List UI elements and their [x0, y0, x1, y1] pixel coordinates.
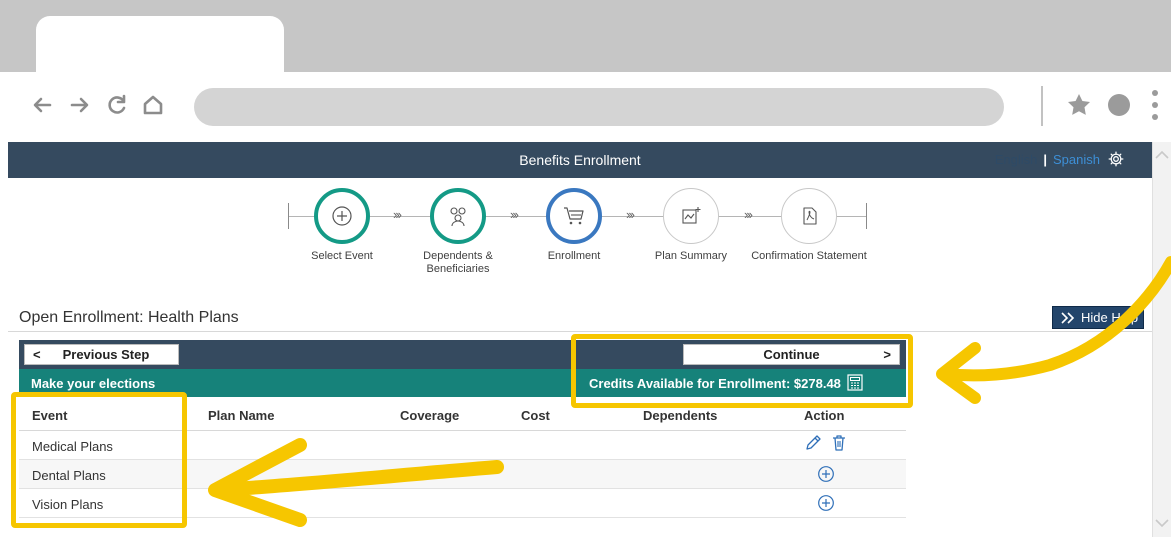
browser-toolbar: [0, 72, 1171, 142]
add-circle-icon[interactable]: [817, 494, 835, 512]
home-icon[interactable]: [140, 92, 166, 118]
step-chevrons-4: ›››: [744, 207, 753, 222]
column-header-dependents: Dependents: [643, 408, 718, 423]
credits-available: Credits Available for Enrollment: $278.4…: [589, 373, 863, 391]
elections-table: Event Plan Name Coverage Cost Dependents…: [19, 397, 906, 518]
step-enrollment[interactable]: [546, 188, 602, 244]
step-plan-summary[interactable]: [663, 188, 719, 244]
table-row: Dental Plans: [19, 460, 906, 489]
step-chevrons-3: ›››: [626, 207, 635, 222]
step-label-enrollment: Enrollment: [547, 250, 601, 262]
continue-button[interactable]: Continue >: [683, 344, 900, 365]
browser-tab[interactable]: [36, 16, 284, 72]
pdf-document-icon: [803, 207, 817, 225]
step-chevrons-2: ›››: [510, 207, 519, 222]
row-event-dental: Dental Plans: [32, 468, 106, 483]
row-actions-dental: [817, 465, 835, 483]
app-title: Benefits Enrollment: [519, 152, 641, 168]
credits-text: Credits Available for Enrollment: $278.4…: [589, 376, 841, 391]
column-header-event: Event: [32, 408, 68, 423]
browser-tabstrip: [0, 0, 1171, 72]
gear-icon[interactable]: [1108, 151, 1124, 167]
add-circle-icon[interactable]: [817, 465, 835, 483]
chevron-left-icon: <: [33, 347, 41, 362]
bookmark-star-icon[interactable]: [1066, 92, 1092, 118]
double-chevron-right-icon: [1061, 311, 1075, 324]
step-tracker-end-cap: [866, 203, 867, 229]
language-switcher: English | Spanish: [995, 151, 1124, 167]
section-header: Open Enrollment: Health Plans Hide Help: [8, 302, 1152, 332]
shopping-cart-icon: [564, 207, 584, 225]
add-circle-icon: [332, 206, 352, 226]
toolbar-divider: [1041, 86, 1043, 126]
trash-icon[interactable]: [830, 434, 848, 452]
step-label-plan-summary: Plan Summary: [654, 250, 728, 262]
chart-document-icon: [682, 207, 701, 224]
column-header-action: Action: [804, 408, 845, 423]
people-group-icon: [450, 207, 466, 227]
step-label-confirmation: Confirmation Statement: [751, 250, 867, 262]
table-row: Medical Plans: [19, 431, 906, 460]
hide-help-label: Hide Help: [1081, 310, 1139, 325]
reload-icon[interactable]: [104, 92, 130, 118]
table-row: Vision Plans: [19, 489, 906, 518]
row-event-medical: Medical Plans: [32, 439, 113, 454]
page-title: Open Enrollment: Health Plans: [19, 309, 239, 326]
step-confirmation[interactable]: [781, 188, 837, 244]
step-tracker: ››› ››› ››› ››› Select Event Dependents …: [8, 178, 1152, 302]
hide-help-button[interactable]: Hide Help: [1052, 306, 1144, 329]
column-header-plan-name: Plan Name: [208, 408, 275, 423]
column-header-cost: Cost: [521, 408, 550, 423]
language-english-link[interactable]: English: [995, 152, 1038, 167]
chevron-right-icon: >: [883, 347, 891, 362]
elections-title: Make your elections: [31, 376, 156, 391]
row-actions-vision: [817, 494, 835, 512]
browser-menu-icon[interactable]: [1148, 88, 1162, 122]
step-dependents[interactable]: [430, 188, 486, 244]
previous-step-label: Previous Step: [62, 347, 150, 362]
previous-step-button[interactable]: < Previous Step: [24, 344, 179, 365]
pencil-icon[interactable]: [804, 434, 822, 452]
step-label-dependents: Dependents & Beneficiaries: [423, 250, 493, 275]
step-select-event[interactable]: [314, 188, 370, 244]
table-header: Event Plan Name Coverage Cost Dependents…: [19, 397, 906, 431]
row-event-vision: Vision Plans: [32, 497, 104, 512]
page-scrollbar[interactable]: [1152, 142, 1171, 537]
back-arrow-icon[interactable]: [30, 92, 56, 118]
step-navigation-bar: < Previous Step Continue >: [19, 340, 906, 369]
profile-avatar-icon[interactable]: [1106, 92, 1132, 118]
column-header-coverage: Coverage: [400, 408, 460, 423]
calculator-icon[interactable]: [847, 373, 863, 391]
continue-label: Continue: [763, 347, 820, 362]
scroll-up-icon[interactable]: [1155, 150, 1169, 160]
row-actions-medical: [804, 434, 848, 452]
elections-header: Make your elections Credits Available fo…: [19, 369, 906, 397]
step-chevrons-1: ›››: [393, 207, 402, 222]
app-header: Benefits Enrollment English | Spanish: [8, 142, 1152, 178]
language-spanish-link[interactable]: Spanish: [1053, 152, 1100, 167]
scroll-down-icon[interactable]: [1155, 518, 1169, 528]
address-bar[interactable]: [194, 88, 1004, 126]
forward-arrow-icon[interactable]: [66, 92, 92, 118]
step-label-select-event: Select Event: [311, 250, 373, 262]
language-separator: |: [1043, 151, 1048, 167]
